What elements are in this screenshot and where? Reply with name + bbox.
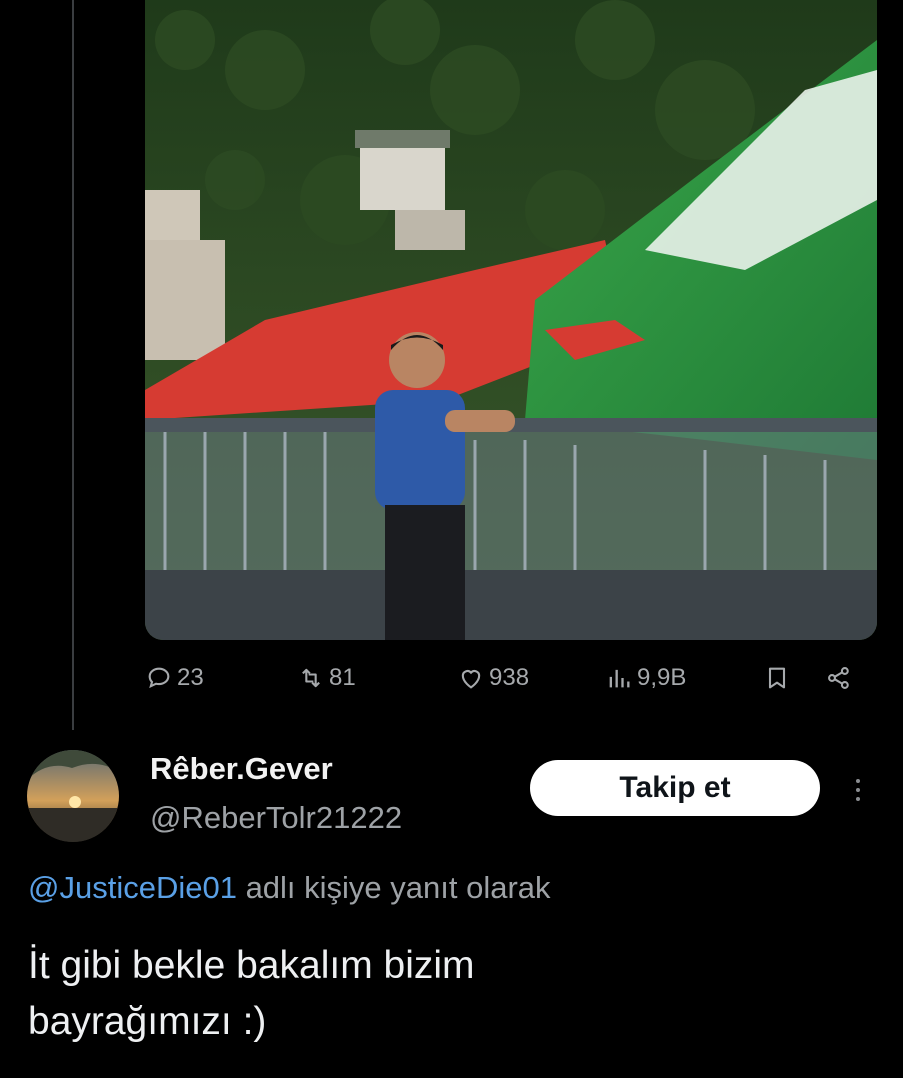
more-dot (856, 788, 860, 792)
reply-action[interactable]: 23 (145, 664, 204, 692)
more-dot (856, 779, 860, 783)
view-count: 9,9B (637, 664, 687, 691)
bookmark-icon (768, 667, 786, 689)
reply-text: İt gibi bekle bakalım bizim bayrağımızı … (28, 938, 868, 1050)
post-action-bar: 23 81 938 9,9B (145, 664, 885, 704)
more-dot (856, 797, 860, 801)
views-action[interactable]: 9,9B (605, 664, 686, 692)
share-icon (828, 667, 849, 689)
reply-author-handle[interactable]: @ReberTolr21222 (150, 800, 402, 836)
reply-author-name[interactable]: Rêber.Gever (150, 751, 333, 787)
repost-icon (302, 668, 320, 688)
like-count: 938 (489, 664, 530, 691)
reply-count: 23 (177, 664, 204, 691)
avatar[interactable] (27, 750, 119, 842)
follow-button[interactable]: Takip et (530, 760, 820, 816)
avatar-sunset-image (27, 750, 119, 842)
bookmark-action[interactable] (763, 664, 791, 692)
reply-text-line-2: bayrağımızı :) (28, 1000, 267, 1043)
reply-text-line-1: İt gibi bekle bakalım bizim (28, 944, 475, 987)
share-action[interactable] (825, 664, 853, 692)
post-media-image[interactable] (145, 0, 877, 640)
repost-action[interactable]: 81 (297, 664, 356, 692)
replying-to-link[interactable]: @JusticeDie01 (28, 870, 237, 905)
replying-to-line: @JusticeDie01 adlı kişiye yanıt olarak (28, 870, 551, 906)
like-action[interactable]: 938 (457, 664, 529, 692)
comment-icon (148, 667, 170, 689)
heart-icon (461, 670, 481, 689)
thread-connector-line (72, 0, 74, 730)
repost-count: 81 (329, 664, 356, 691)
replying-to-suffix: adlı kişiye yanıt olarak (236, 870, 551, 905)
more-options-icon[interactable] (848, 770, 868, 810)
views-chart-icon (609, 669, 630, 688)
media-photo (145, 0, 877, 640)
